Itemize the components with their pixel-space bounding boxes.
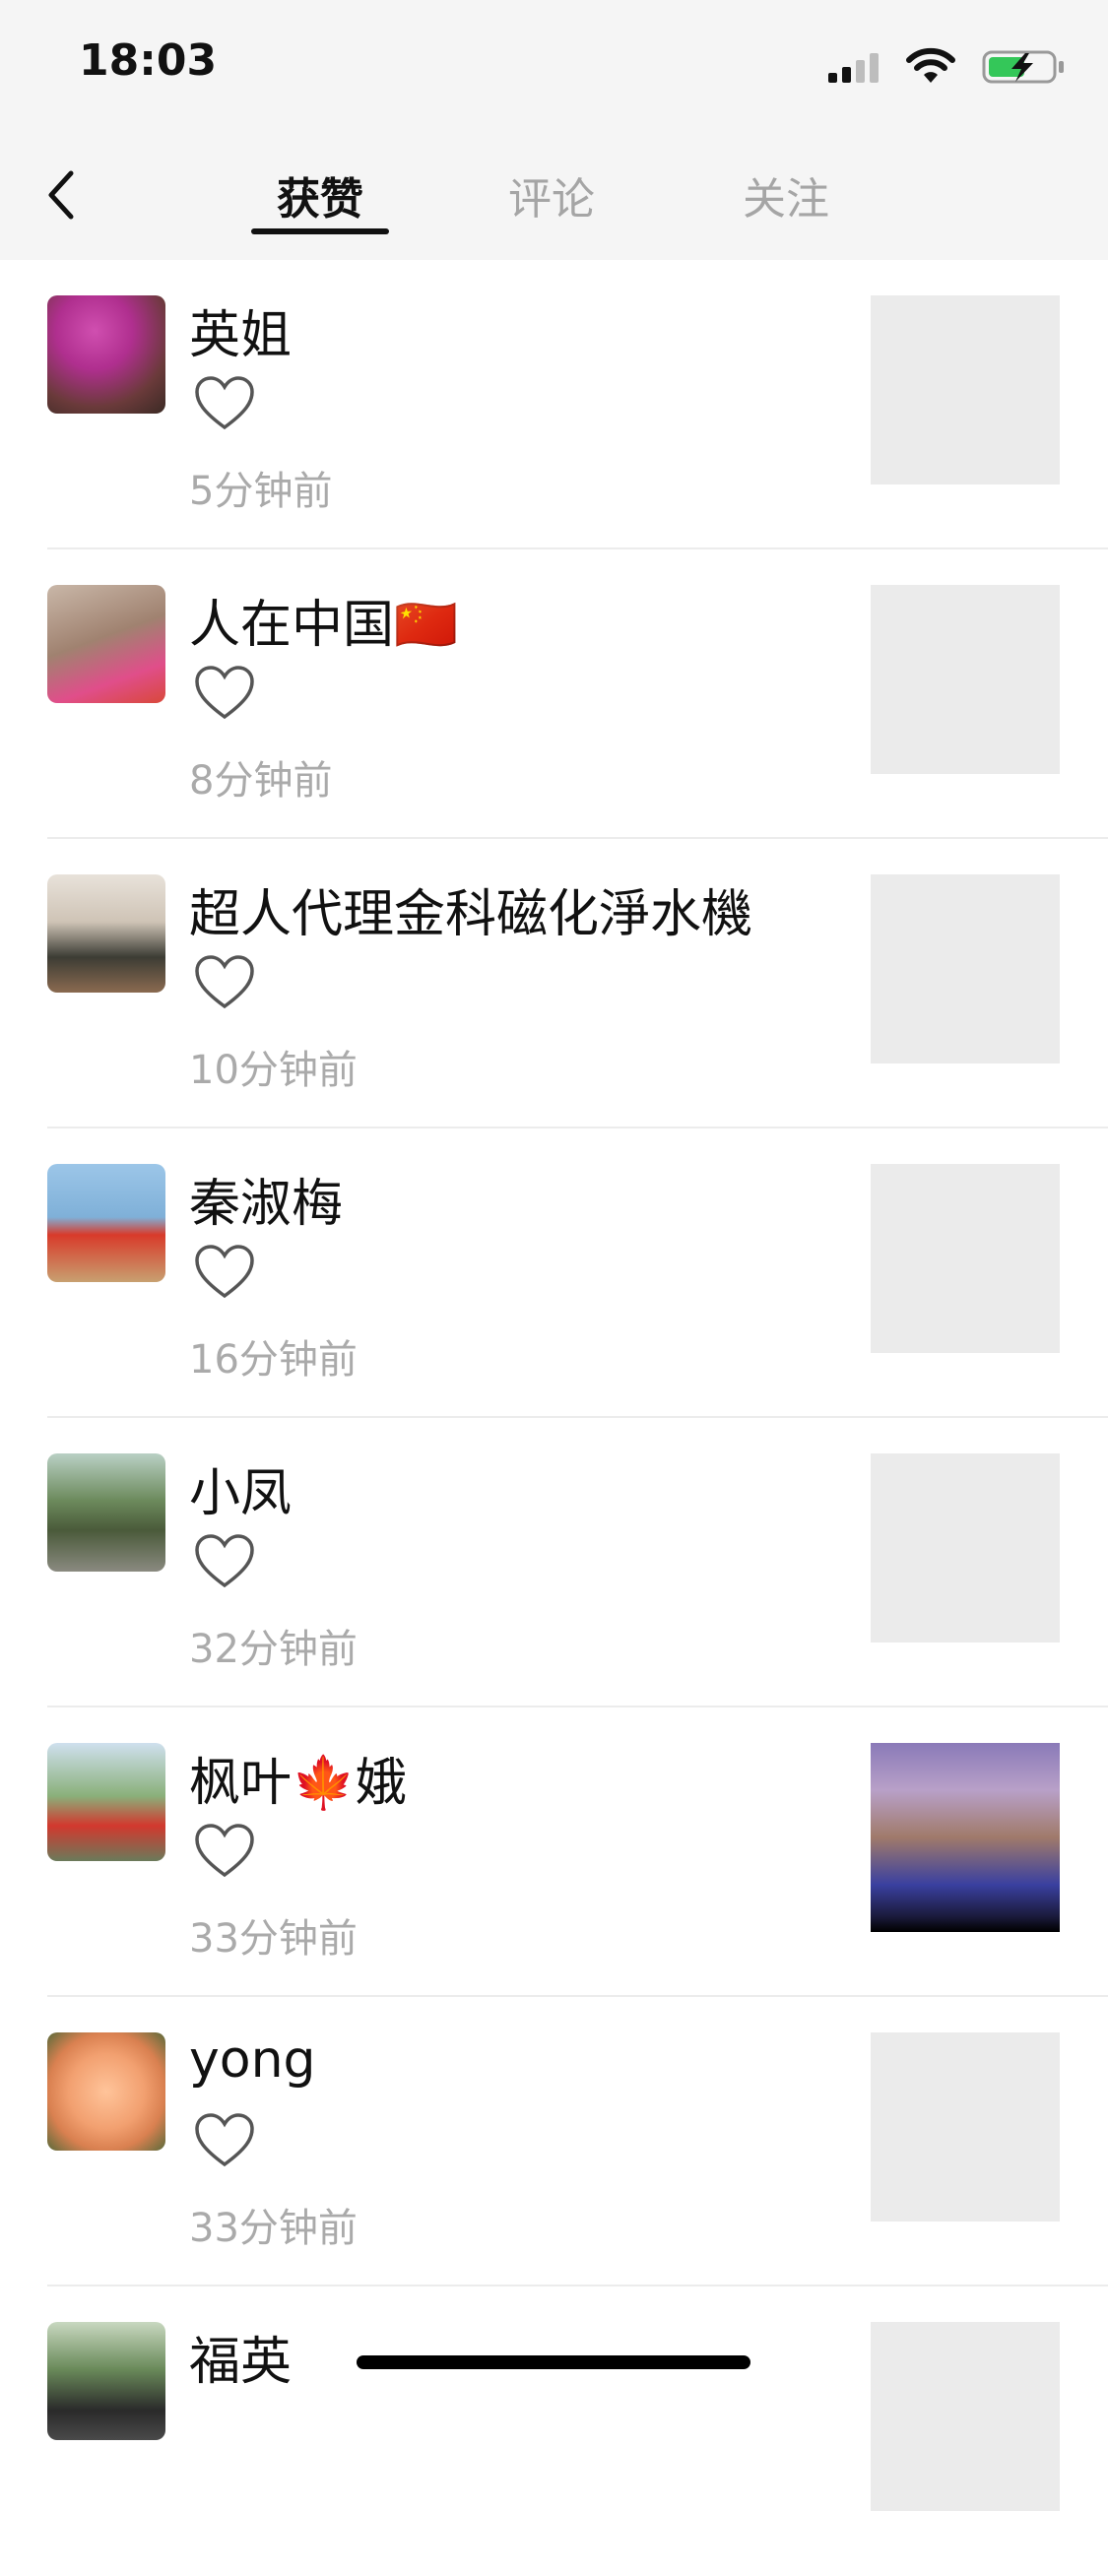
- heart-icon: [195, 376, 254, 430]
- avatar[interactable]: [47, 2032, 165, 2151]
- post-thumbnail[interactable]: [871, 1453, 1060, 1642]
- user-name[interactable]: 小凤: [189, 1451, 292, 1525]
- avatar[interactable]: [47, 1743, 165, 1861]
- post-thumbnail[interactable]: [871, 874, 1060, 1063]
- timestamp: 5分钟前: [189, 469, 333, 514]
- timestamp: 33分钟前: [189, 1916, 358, 1962]
- battery-icon: [982, 50, 1064, 84]
- home-indicator[interactable]: [357, 2355, 750, 2369]
- signal-icon: [828, 53, 879, 83]
- post-thumbnail[interactable]: [871, 2322, 1060, 2511]
- status-icons: [811, 47, 1067, 87]
- list-item[interactable]: 福英: [0, 2286, 1108, 2576]
- active-tab-indicator: [251, 228, 389, 234]
- user-name[interactable]: 英姐: [189, 293, 292, 367]
- user-name[interactable]: 秦淑梅: [189, 1162, 343, 1236]
- top-bar: 18:03 获赞 评论 关注: [0, 0, 1108, 260]
- list-item[interactable]: 秦淑梅 16分钟前: [0, 1128, 1108, 1418]
- heart-icon: [195, 1534, 254, 1588]
- heart-icon: [195, 2113, 254, 2167]
- post-thumbnail[interactable]: [871, 1164, 1060, 1353]
- user-name[interactable]: 福英: [189, 2320, 292, 2394]
- post-thumbnail[interactable]: [871, 1743, 1060, 1932]
- timestamp: 16分钟前: [189, 1337, 358, 1383]
- wifi-icon: [906, 47, 955, 83]
- timestamp: 33分钟前: [189, 2206, 358, 2251]
- list-item[interactable]: 小凤 32分钟前: [0, 1418, 1108, 1707]
- avatar[interactable]: [47, 295, 165, 414]
- list-item[interactable]: 英姐 5分钟前: [0, 260, 1108, 549]
- list-item[interactable]: 超人代理金科磁化淨水機 10分钟前: [0, 839, 1108, 1128]
- timestamp: 32分钟前: [189, 1627, 358, 1672]
- tab-likes[interactable]: 获赞: [241, 163, 399, 226]
- post-thumbnail[interactable]: [871, 585, 1060, 774]
- heart-icon: [195, 1245, 254, 1299]
- avatar[interactable]: [47, 2322, 165, 2440]
- heart-icon: [195, 1824, 254, 1878]
- list-item[interactable]: 人在中国🇨🇳 8分钟前: [0, 549, 1108, 839]
- tab-bar: 获赞 评论 关注: [0, 158, 1108, 246]
- list-item[interactable]: 枫叶🍁娥 33分钟前: [0, 1707, 1108, 1997]
- avatar[interactable]: [47, 585, 165, 703]
- heart-icon: [195, 955, 254, 1009]
- user-name[interactable]: yong: [189, 2030, 316, 2090]
- tab-comments[interactable]: 评论: [473, 163, 630, 226]
- user-name[interactable]: 人在中国🇨🇳: [189, 583, 458, 657]
- avatar[interactable]: [47, 1164, 165, 1282]
- tab-follows[interactable]: 关注: [707, 163, 865, 226]
- user-name[interactable]: 超人代理金科磁化淨水機: [189, 872, 752, 946]
- heart-icon: [195, 666, 254, 720]
- status-time: 18:03: [79, 35, 218, 86]
- avatar[interactable]: [47, 874, 165, 993]
- timestamp: 10分钟前: [189, 1048, 358, 1093]
- avatar[interactable]: [47, 1453, 165, 1572]
- post-thumbnail[interactable]: [871, 2032, 1060, 2222]
- list-item[interactable]: yong 33分钟前: [0, 1997, 1108, 2286]
- post-thumbnail[interactable]: [871, 295, 1060, 484]
- user-name[interactable]: 枫叶🍁娥: [189, 1741, 407, 1815]
- timestamp: 8分钟前: [189, 758, 333, 804]
